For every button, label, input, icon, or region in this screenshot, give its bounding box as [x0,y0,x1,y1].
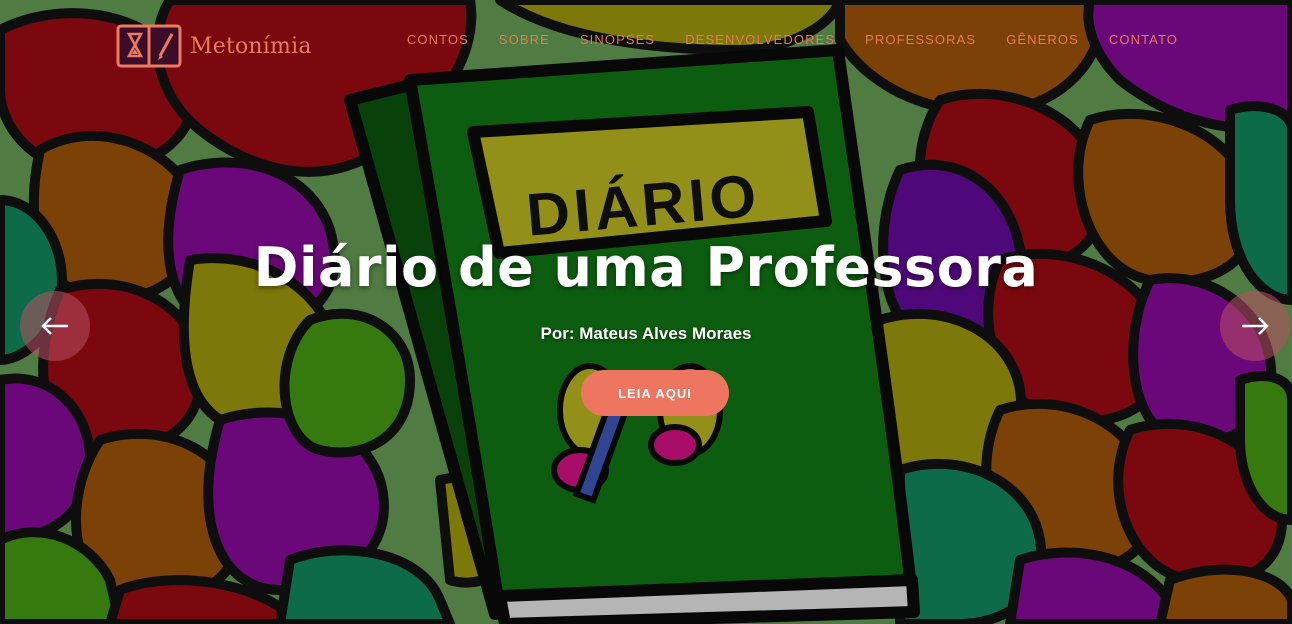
arrow-right-icon [1242,317,1269,335]
navbar: Metonímia CONTOS SOBRE SINOPSES DESENVOL… [0,0,1292,90]
carousel-prev-button[interactable] [20,291,90,361]
hero-carousel: DIÁRIO Metonímia CONTOS SOBR [0,0,1292,624]
arrow-left-icon [41,317,68,335]
slide-title: Diário de uma Professora [253,236,1039,299]
slide-author: Por: Mateus Alves Moraes [540,324,752,343]
nav-item-contato[interactable]: CONTATO [1109,32,1178,47]
nav-item-sobre[interactable]: SOBRE [499,32,550,47]
slide-caption: Diário de uma Professora Por: Mateus Alv… [0,228,1292,344]
nav-item-generos[interactable]: GÊNEROS [1006,32,1079,47]
nav-item-contos[interactable]: CONTOS [407,32,469,47]
nav-item-professoras[interactable]: PROFESSORAS [865,32,976,47]
read-here-button[interactable]: LEIA AQUI [581,370,729,416]
nav-item-desenvolvedores[interactable]: DESENVOLVEDORES [685,32,835,47]
nav-item-sinopses[interactable]: SINOPSES [580,32,655,47]
carousel-next-button[interactable] [1220,291,1290,361]
main-menu: CONTOS SOBRE SINOPSES DESENVOLVEDORES PR… [407,32,1178,47]
brand[interactable]: Metonímia [116,22,312,70]
brand-name: Metonímia [190,33,312,59]
open-book-hourglass-pen-icon [116,24,182,68]
